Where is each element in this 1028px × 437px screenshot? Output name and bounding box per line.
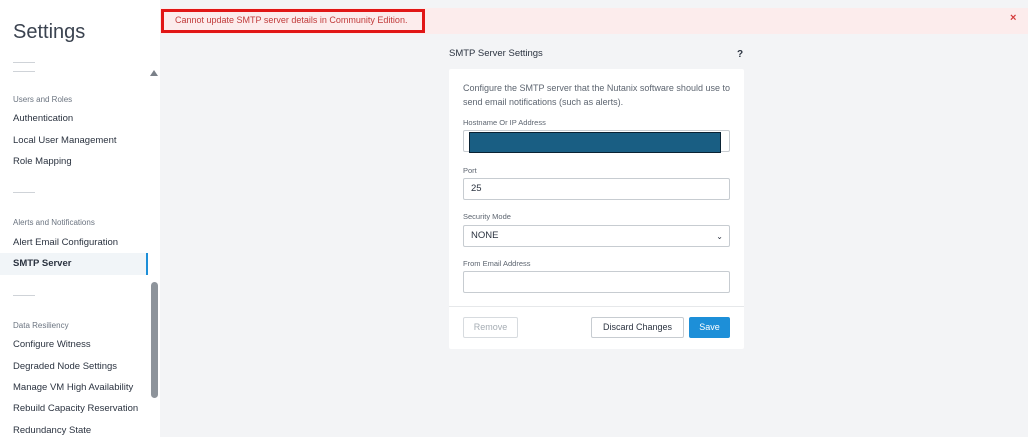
sidebar-item-alert-email-configuration[interactable]: Alert Email Configuration bbox=[0, 232, 148, 254]
section-divider bbox=[13, 71, 35, 72]
close-icon[interactable]: × bbox=[1010, 12, 1016, 24]
section-divider bbox=[13, 62, 35, 63]
sidebar-item-rebuild-capacity-reservation[interactable]: Rebuild Capacity Reservation bbox=[0, 398, 148, 420]
sidebar-item-configure-witness[interactable]: Configure Witness bbox=[0, 334, 148, 356]
hostname-label: Hostname Or IP Address bbox=[463, 118, 546, 127]
discard-changes-button[interactable]: Discard Changes bbox=[591, 317, 684, 338]
settings-sidebar: Settings Users and Roles Authentication … bbox=[0, 0, 160, 437]
port-label: Port bbox=[463, 166, 477, 175]
sidebar-item-smtp-server[interactable]: SMTP Server bbox=[0, 253, 148, 275]
group-label-users-and-roles: Users and Roles bbox=[13, 95, 73, 104]
redacted-hostname-value bbox=[469, 132, 721, 153]
sidebar-item-role-mapping[interactable]: Role Mapping bbox=[0, 151, 148, 173]
sidebar-item-degraded-node-settings[interactable]: Degraded Node Settings bbox=[0, 356, 148, 378]
from-email-label: From Email Address bbox=[463, 259, 531, 268]
save-button[interactable]: Save bbox=[689, 317, 730, 338]
sidebar-item-redundancy-state[interactable]: Redundancy State bbox=[0, 420, 148, 437]
sidebar-scrollbar-thumb[interactable] bbox=[151, 282, 158, 398]
chevron-down-icon: ⌄ bbox=[716, 232, 723, 241]
remove-button[interactable]: Remove bbox=[463, 317, 518, 338]
from-email-input[interactable] bbox=[463, 271, 730, 293]
panel-title: SMTP Server Settings bbox=[449, 48, 543, 59]
section-divider bbox=[13, 295, 35, 296]
security-mode-value: NONE bbox=[471, 230, 499, 241]
port-input[interactable]: 25 bbox=[463, 178, 730, 200]
hostname-input[interactable] bbox=[463, 130, 730, 153]
section-divider bbox=[13, 192, 35, 193]
security-mode-label: Security Mode bbox=[463, 212, 511, 221]
smtp-settings-card: Configure the SMTP server that the Nutan… bbox=[449, 69, 744, 349]
security-mode-select[interactable]: NONE ⌄ bbox=[463, 225, 730, 247]
sidebar-item-authentication[interactable]: Authentication bbox=[0, 108, 148, 130]
panel-description: Configure the SMTP server that the Nutan… bbox=[463, 83, 730, 107]
group-label-alerts-and-notifications: Alerts and Notifications bbox=[13, 218, 95, 227]
alert-message: Cannot update SMTP server details in Com… bbox=[175, 15, 408, 25]
sidebar-item-manage-vm-high-availability[interactable]: Manage VM High Availability bbox=[0, 377, 148, 399]
sidebar-item-local-user-management[interactable]: Local User Management bbox=[0, 130, 148, 152]
group-label-data-resiliency: Data Resiliency bbox=[13, 321, 69, 330]
sidebar-title: Settings bbox=[13, 21, 86, 43]
help-icon[interactable]: ? bbox=[737, 49, 743, 60]
scroll-up-arrow-icon[interactable] bbox=[150, 70, 158, 76]
card-footer-divider bbox=[449, 306, 744, 307]
